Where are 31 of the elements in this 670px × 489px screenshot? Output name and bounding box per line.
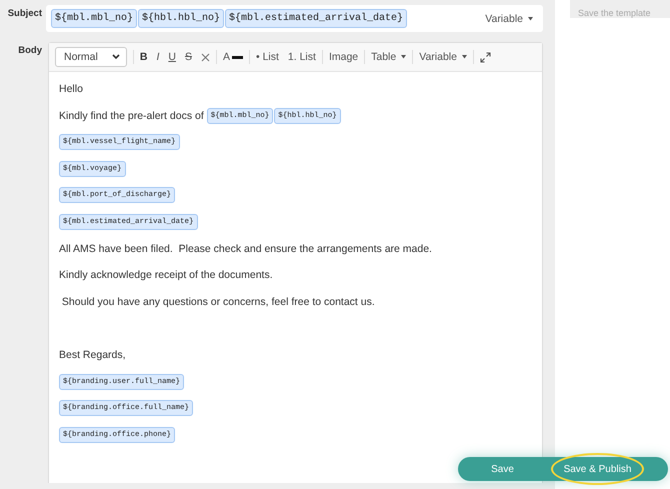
expand-icon[interactable] xyxy=(480,52,491,62)
italic-button[interactable]: I xyxy=(156,51,160,63)
clear-format-icon[interactable] xyxy=(200,52,210,62)
caret-icon xyxy=(528,16,533,21)
toolbar-dropdown[interactable]: Table xyxy=(371,51,406,63)
toolbar-button[interactable]: 1. List xyxy=(288,51,316,63)
body-text: Kindly find the pre-alert docs of xyxy=(59,110,204,122)
subject-field[interactable]: ${mbl.mbl_no} ${hbl.hbl_no} ${mbl.estimated_arrival_date} Variable xyxy=(46,5,543,32)
toolbar-dropdown[interactable]: Variable xyxy=(419,51,467,63)
variable-chip: ${mbl.mbl_no} xyxy=(51,9,138,28)
strikethrough-button[interactable]: S xyxy=(184,51,192,63)
variable-dropdown[interactable]: Variable xyxy=(485,12,533,24)
body-text: Kindly acknowledge receipt of the documents. xyxy=(59,269,273,282)
format-select[interactable]: Normal xyxy=(55,47,127,67)
toolbar-button[interactable]: Image xyxy=(328,51,358,63)
variable-chip: ${mbl.estimated_arrival_date} xyxy=(225,9,408,28)
text-color-button[interactable]: A xyxy=(222,51,243,63)
chevron-icon xyxy=(112,54,120,60)
body-text: Best Regards, xyxy=(59,348,126,361)
body-text: Should you have any questions or concerns, feel free to contact us. xyxy=(60,296,375,308)
variable-chip: ${hbl.hbl_no} xyxy=(138,9,224,28)
body-text: All AMS have been filed. Please check and ensure the arrangements are made. xyxy=(59,242,432,255)
subject-label: Subject xyxy=(6,8,43,19)
caret-icon xyxy=(401,55,406,60)
underline-button[interactable]: U xyxy=(168,51,176,63)
toolbar-button[interactable]: • List xyxy=(256,51,279,63)
info-text: Save the template xyxy=(578,8,651,18)
bold-button[interactable]: B xyxy=(140,51,148,63)
body-label: Body xyxy=(17,45,43,56)
body-text: Hello xyxy=(59,83,83,95)
caret-icon xyxy=(462,55,467,60)
